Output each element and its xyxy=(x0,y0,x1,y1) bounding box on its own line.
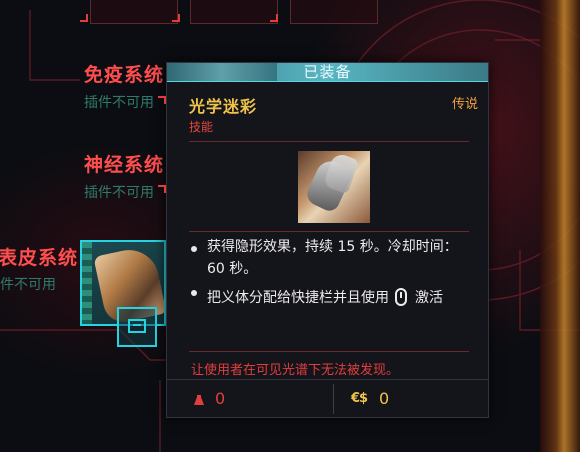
slot-corner-mark xyxy=(172,14,180,22)
top-slot[interactable] xyxy=(290,0,378,24)
mouse-icon xyxy=(395,288,407,306)
weight-icon xyxy=(194,395,204,405)
category-title-integumentary[interactable]: 表皮系统 xyxy=(0,243,78,270)
divider xyxy=(189,351,469,352)
activation-text-end: 激活 xyxy=(415,290,443,306)
item-image xyxy=(298,151,370,223)
character-art-edge xyxy=(540,0,580,452)
effect-description: 获得隐形效果，持续 15 秒。冷却时间：60 秒。 xyxy=(207,239,458,277)
footer-separator xyxy=(333,384,334,414)
chip-icon-bar xyxy=(133,324,141,326)
eurodollar-icon: €$ xyxy=(351,391,368,406)
slot-corner-mark xyxy=(80,14,88,22)
item-name: 光学迷彩 xyxy=(189,97,258,116)
top-slot[interactable] xyxy=(190,0,278,24)
category-status-nervous: 插件不可用 xyxy=(84,185,154,201)
slot-stripe xyxy=(82,242,92,324)
flavor-text: 让使用者在可见光谱下无法被发现。 xyxy=(191,363,400,378)
top-slot[interactable] xyxy=(90,0,178,24)
divider xyxy=(189,231,469,232)
tooltip-footer: 0 €$ 0 xyxy=(167,379,488,418)
category-title-immune[interactable]: 免疫系统 xyxy=(84,60,164,87)
chip-icon-frame xyxy=(128,319,146,333)
activation-text: 把义体分配给快捷栏并且使用 xyxy=(207,290,389,306)
bullet-icon xyxy=(191,246,197,252)
frame-corner-mark xyxy=(158,185,166,193)
divider xyxy=(189,141,469,142)
item-rarity: 传说 xyxy=(451,97,478,112)
equipped-label: 已装备 xyxy=(303,63,352,81)
equipped-indicator-icon xyxy=(117,307,157,347)
weight-value: 0 xyxy=(215,389,226,408)
slot-corner-mark xyxy=(270,14,278,22)
category-status-immune: 插件不可用 xyxy=(84,95,154,111)
top-slot-row xyxy=(80,0,378,28)
frame-corner-mark xyxy=(158,96,166,104)
category-title-nervous[interactable]: 神经系统 xyxy=(84,150,164,177)
category-status-integumentary: 件不可用 xyxy=(0,277,56,293)
price-value: 0 xyxy=(379,389,390,408)
tooltip-header: 已装备 xyxy=(167,63,488,82)
bullet-icon xyxy=(191,290,197,296)
item-type: 技能 xyxy=(189,120,214,134)
item-tooltip: 已装备 光学迷彩 技能 传说 获得隐形效果，持续 15 秒。冷却时间：60 秒。… xyxy=(166,62,489,418)
activation-description: 把义体分配给快捷栏并且使用 激活 xyxy=(207,287,467,309)
